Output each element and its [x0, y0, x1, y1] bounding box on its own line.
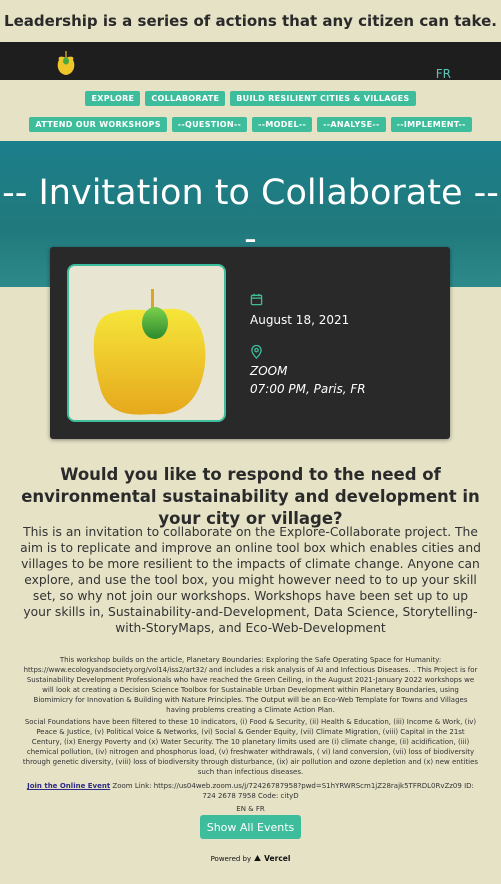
join-online-event-link[interactable]: Join the Online Event — [27, 782, 110, 790]
leadership-banner: Leadership is a series of actions that a… — [4, 12, 497, 30]
tag-attend-workshops[interactable]: ATTEND OUR WORKSHOPS — [29, 117, 167, 132]
secondary-tag-nav: ATTEND OUR WORKSHOPS --QUESTION-- --MODE… — [0, 117, 501, 132]
show-all-events-button[interactable]: Show All Events — [200, 815, 301, 839]
indicators-paragraph: Social Foundations have been filtered to… — [22, 718, 479, 776]
tag-collaborate[interactable]: COLLABORATE — [145, 91, 226, 106]
tag-model[interactable]: --MODEL-- — [252, 117, 313, 132]
section-heading: Would you like to respond to the need of… — [21, 465, 480, 528]
powered-by-label: Powered by — [210, 854, 252, 863]
event-date: August 18, 2021 — [250, 313, 350, 327]
workshop-details-paragraph: This workshop builds on the article, Pla… — [23, 656, 478, 714]
vercel-brand: Vercel — [264, 854, 291, 863]
invitation-paragraph: This is an invitation to collaborate on … — [20, 525, 481, 635]
event-image — [67, 264, 226, 422]
powered-by-footer[interactable]: Powered by Vercel — [0, 854, 501, 863]
tag-question[interactable]: --QUESTION-- — [171, 117, 248, 132]
calendar-icon — [250, 291, 263, 310]
zoom-link-text: Zoom Link: https://us04web.zoom.us/j/724… — [112, 782, 474, 800]
languages-note: EN & FR — [236, 805, 265, 813]
tag-implement[interactable]: --IMPLEMENT-- — [390, 117, 472, 132]
event-time: 07:00 PM, Paris, FR — [250, 382, 366, 396]
vercel-triangle-icon — [254, 854, 261, 863]
map-pin-icon — [250, 344, 263, 363]
top-navbar: FR — [0, 42, 501, 81]
tag-analyse[interactable]: --ANALYSE-- — [317, 117, 386, 132]
primary-tag-nav: EXPLORE COLLABORATE BUILD RESILIENT CITI… — [0, 91, 501, 106]
join-info: Join the Online Event Zoom Link: https:/… — [22, 781, 479, 801]
language-toggle-fr[interactable]: FR — [436, 67, 451, 81]
apple-illustration-icon — [93, 289, 206, 415]
event-location: ZOOM — [250, 364, 288, 378]
event-card: August 18, 2021 ZOOM 07:00 PM, Paris, FR — [50, 247, 450, 439]
tag-explore[interactable]: EXPLORE — [85, 91, 141, 106]
apple-logo-icon[interactable] — [52, 50, 80, 78]
tag-build-resilient-cities[interactable]: BUILD RESILIENT CITIES & VILLAGES — [230, 91, 416, 106]
page-title: -- Invitation to Collaborate -- — [2, 173, 499, 213]
